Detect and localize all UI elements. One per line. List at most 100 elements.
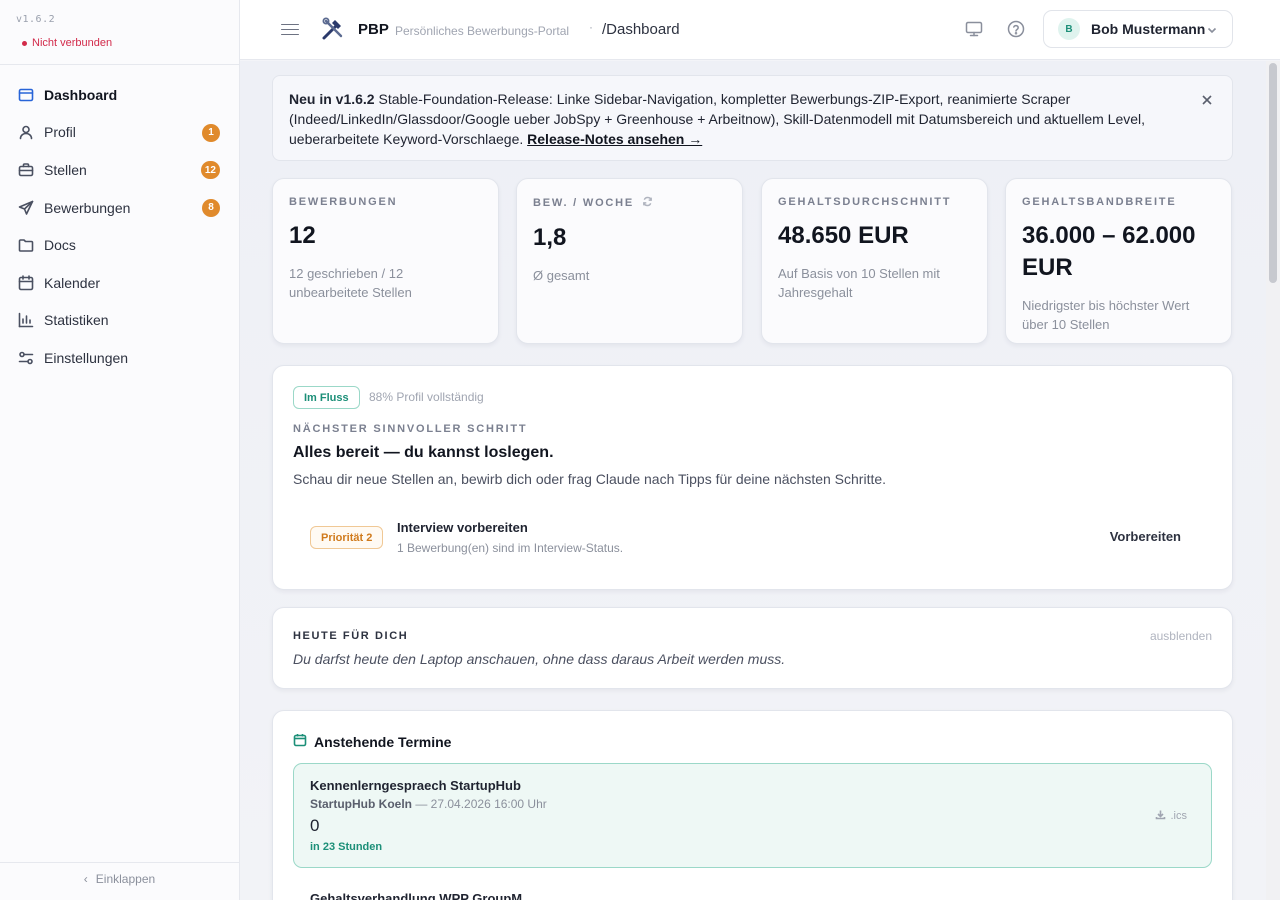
chevron-down-icon	[1206, 23, 1218, 35]
today-card: HEUTE FÜR DICH ausblenden Du darfst heut…	[272, 607, 1233, 689]
calendar-icon	[293, 733, 307, 750]
profile-completion: 88% Profil vollständig	[369, 390, 484, 404]
refresh-icon[interactable]	[642, 196, 653, 210]
bar-chart-icon	[17, 312, 34, 329]
sidebar-item-label: Docs	[44, 237, 76, 254]
monitor-icon[interactable]	[964, 19, 984, 39]
sidebar-item-dashboard[interactable]: Dashboard	[0, 76, 239, 114]
release-text: Stable-Foundation-Release: Linke Sidebar…	[289, 91, 1146, 147]
prepare-button[interactable]: Vorbereiten	[1110, 529, 1181, 544]
send-icon	[17, 199, 34, 216]
folder-icon	[17, 237, 34, 254]
sidebar-item-label: Kalender	[44, 274, 101, 291]
sidebar-item-kalender[interactable]: Kalender	[0, 264, 239, 302]
top-bar: PBP Persönliches Bewerbungs-Portal · /Da…	[240, 0, 1280, 60]
sidebar-item-label: Statistiken	[44, 312, 109, 329]
sidebar-item-stellen[interactable]: Stellen 12	[0, 151, 239, 189]
collapse-sidebar-button[interactable]: ‹ Einklappen	[0, 872, 239, 886]
sidebar-item-label: Profil	[44, 124, 76, 141]
brand-subtitle: Persönliches Bewerbungs-Portal	[395, 24, 570, 38]
flow-badge: Im Fluss	[293, 386, 360, 409]
sidebar-divider	[0, 862, 239, 863]
count-badge: 12	[200, 161, 220, 180]
avatar: B	[1058, 18, 1080, 40]
briefcase-icon	[17, 161, 34, 178]
appointment-company: StartupHub Koeln	[310, 797, 412, 811]
stat-card-bew-woche: BEW. / WOCHE 1,8 Ø gesamt	[516, 178, 743, 344]
stat-card-gehaltsdurchschnitt: GEHALTSDURCHSCHNITT 48.650 EUR Auf Basis…	[761, 178, 988, 344]
sidebar: v1.6.2 Nicht verbunden Dashboard Profil …	[0, 0, 240, 900]
close-icon[interactable]	[1200, 92, 1214, 106]
task-title: Interview vorbereiten	[397, 520, 528, 535]
connection-status: Nicht verbunden	[22, 37, 112, 49]
app-version: v1.6.2	[16, 14, 56, 25]
appointment-title: Kennenlerngespraech StartupHub	[310, 778, 521, 793]
user-icon	[17, 124, 34, 141]
release-version: Neu in v1.6.2	[289, 91, 375, 107]
sidebar-item-statistiken[interactable]: Statistiken	[0, 302, 239, 340]
brand-name: PBP	[358, 21, 389, 38]
next-step-text: Schau dir neue Stellen an, bewirb dich o…	[293, 471, 887, 487]
priority-badge: Priorität 2	[310, 526, 384, 549]
count-badge: 1	[202, 123, 220, 142]
sidebar-item-docs[interactable]: Docs	[0, 226, 239, 264]
appointment-relative-time: in 23 Stunden	[310, 841, 383, 853]
chevron-left-icon: ‹	[83, 872, 88, 886]
appointment-item[interactable]: Kennenlerngespraech StartupHub StartupHu…	[293, 763, 1212, 868]
sliders-icon	[17, 349, 34, 366]
user-menu-button[interactable]: B Bob Mustermann	[1043, 10, 1233, 48]
next-step-card: Im Fluss 88% Profil vollständig NÄCHSTER…	[272, 365, 1233, 590]
next-step-title: Alles bereit — du kannst loslegen.	[293, 444, 554, 461]
calendar-window-icon	[17, 86, 34, 103]
sidebar-item-label: Einstellungen	[44, 349, 129, 366]
release-notes-link[interactable]: Release-Notes ansehen →	[527, 131, 702, 147]
stat-card-bewerbungen: BEWERBUNGEN 12 12 geschrieben / 12 unbea…	[272, 178, 499, 344]
stat-value: 12	[289, 222, 316, 249]
scrollbar[interactable]	[1266, 61, 1280, 900]
stat-value: 36.000 – 62.000 EUR	[1022, 222, 1196, 281]
sidebar-item-profil[interactable]: Profil 1	[0, 114, 239, 152]
stat-value: 1,8	[533, 224, 567, 251]
appointments-card: Anstehende Termine Kennenlerngespraech S…	[272, 710, 1233, 900]
download-icon	[1155, 809, 1166, 823]
appointments-title: Anstehende Termine	[314, 733, 452, 750]
release-banner: Neu in v1.6.2 Stable-Foundation-Release:…	[272, 75, 1233, 161]
ics-label: .ics	[1170, 810, 1188, 822]
sidebar-item-label: Bewerbungen	[44, 199, 131, 216]
today-label: HEUTE FÜR DICH	[293, 630, 409, 642]
ics-download-button[interactable]: .ics	[1155, 809, 1188, 823]
appointment-meta: StartupHub Koeln — 27.04.2026 16:00 Uhr	[310, 797, 547, 811]
appointment-datetime: — 27.04.2026 16:00 Uhr	[415, 797, 547, 811]
stat-subtext: Ø gesamt	[533, 268, 590, 283]
next-step-kicker: NÄCHSTER SINNVOLLER SCHRITT	[293, 423, 528, 435]
count-badge: 8	[202, 198, 220, 217]
stat-label: BEWERBUNGEN	[289, 196, 398, 208]
appointments-heading: Anstehende Termine	[293, 733, 451, 750]
collapse-label: Einklappen	[95, 872, 156, 886]
sidebar-item-label: Stellen	[44, 161, 87, 178]
stat-subtext: 12 geschrieben / 12 unbearbeitete Stelle…	[289, 266, 412, 300]
stat-label: GEHALTSBANDBREITE	[1022, 196, 1177, 208]
user-name: Bob Mustermann	[1091, 21, 1206, 37]
menu-icon[interactable]	[281, 20, 299, 38]
stat-label-text: BEW. / WOCHE	[533, 197, 635, 209]
breadcrumb: /Dashboard	[602, 21, 680, 38]
stat-value: 48.650 EUR	[778, 222, 909, 249]
sidebar-item-einstellungen[interactable]: Einstellungen	[0, 339, 239, 377]
sidebar-item-label: Dashboard	[44, 86, 118, 103]
help-icon[interactable]	[1006, 19, 1026, 39]
appointment-count: 0	[310, 816, 320, 835]
sidebar-divider	[0, 64, 239, 65]
stat-card-gehaltsbandbreite: GEHALTSBANDBREITE 36.000 – 62.000 EUR Ni…	[1005, 178, 1232, 344]
sidebar-nav: Dashboard Profil 1 Stellen 12 Bewerbunge…	[0, 76, 239, 377]
stat-label: GEHALTSDURCHSCHNITT	[778, 196, 952, 208]
scrollbar-thumb[interactable]	[1269, 63, 1277, 283]
sidebar-item-bewerbungen[interactable]: Bewerbungen 8	[0, 189, 239, 227]
status-dot-icon	[22, 40, 27, 46]
appointment-title[interactable]: Gehaltsverhandlung WPP GroupM	[310, 891, 522, 900]
hide-button[interactable]: ausblenden	[1150, 629, 1212, 643]
connection-status-text: Nicht verbunden	[32, 37, 113, 49]
stat-subtext: Auf Basis von 10 Stellen mit Jahresgehal…	[778, 266, 940, 300]
task-subtext: 1 Bewerbung(en) sind im Interview-Status…	[397, 541, 624, 555]
today-text: Du darfst heute den Laptop anschauen, oh…	[293, 651, 786, 667]
